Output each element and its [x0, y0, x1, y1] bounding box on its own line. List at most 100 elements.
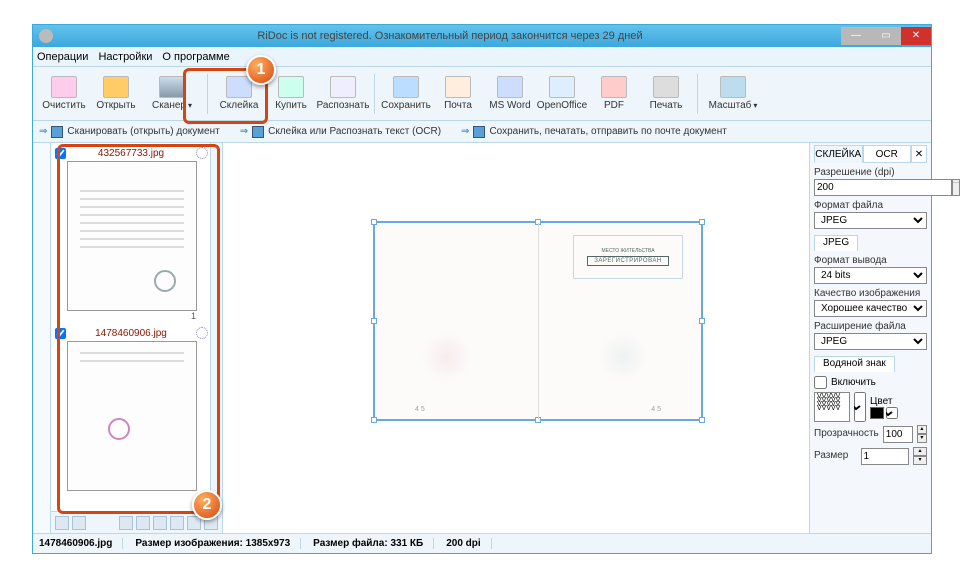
- page-number: 4 5: [651, 406, 661, 413]
- color-swatch[interactable]: [870, 407, 884, 419]
- resolution-more-button[interactable]: ···: [952, 179, 960, 196]
- output-format-field: Формат вывода 24 bits: [814, 255, 927, 284]
- tab-ocr[interactable]: OCR: [863, 145, 912, 163]
- watermark-pattern[interactable]: VVVVV VVVVV VVVVV VVVVV: [814, 392, 850, 422]
- save-button[interactable]: Сохранить: [381, 70, 431, 118]
- thumb-image[interactable]: [67, 341, 197, 491]
- side-icon-strip: [33, 143, 51, 533]
- titlebar: RiDoc is not registered. Ознакомительный…: [33, 25, 931, 47]
- status-file-size: Размер файла: 331 КБ: [313, 538, 434, 549]
- statusbar: 1478460906.jpg Размер изображения: 1385x…: [33, 533, 931, 553]
- quality-select[interactable]: Хорошее качество: [814, 300, 927, 317]
- save-step-icon: [473, 126, 485, 138]
- resize-handle[interactable]: [699, 219, 705, 225]
- tab-glue[interactable]: СКЛЕЙКА: [814, 145, 863, 163]
- size-spinner[interactable]: ▴▾: [913, 447, 927, 465]
- close-button[interactable]: ✕: [901, 27, 931, 45]
- panel-close-button[interactable]: ✕: [911, 145, 927, 163]
- maximize-button[interactable]: ▭: [871, 27, 901, 45]
- thumb-tool-4[interactable]: [136, 516, 150, 530]
- save-icon: [393, 76, 419, 98]
- eraser-icon: [51, 76, 77, 98]
- thumb-tool-5[interactable]: [153, 516, 167, 530]
- zoom-icon: [720, 76, 746, 98]
- thumb-index: 1: [55, 311, 208, 321]
- mail-button[interactable]: Почта: [433, 70, 483, 118]
- settings-panel: СКЛЕЙКА OCR ✕ Разрешение (dpi) ··· Форма…: [809, 143, 931, 533]
- thumb-checkbox[interactable]: [55, 148, 66, 159]
- scanner-icon: [159, 76, 185, 98]
- mail-icon: [445, 76, 471, 98]
- step-save[interactable]: ⇒Сохранить, печатать, отправить по почте…: [461, 126, 727, 138]
- zoom-button[interactable]: Масштаб▾: [704, 70, 762, 118]
- preview-canvas[interactable]: МЕСТО ЖИТЕЛЬСТВА ЗАРЕГИСТРИРОВАН 4 5 4 5: [223, 143, 809, 533]
- resolution-field: Разрешение (dpi) ···: [814, 167, 927, 196]
- status-file: 1478460906.jpg: [39, 538, 123, 549]
- quality-field: Качество изображения Хорошее качество: [814, 288, 927, 317]
- thumb-settings-icon[interactable]: [196, 147, 208, 159]
- openoffice-button[interactable]: OpenOffice: [537, 70, 587, 118]
- thumb-tool-1[interactable]: [55, 516, 69, 530]
- menubar: Операции Настройки О программе: [33, 47, 931, 67]
- thumbnail-item[interactable]: 432567733.jpg 1: [55, 147, 208, 321]
- separator: [207, 74, 208, 114]
- open-button[interactable]: Открыть: [91, 70, 141, 118]
- menu-about[interactable]: О программе: [162, 51, 229, 63]
- thumb-settings-icon[interactable]: [196, 327, 208, 339]
- ocr-button[interactable]: Распознать: [318, 70, 368, 118]
- window-title: RiDoc is not registered. Ознакомительный…: [59, 30, 841, 42]
- print-button[interactable]: Печать: [641, 70, 691, 118]
- chevron-down-icon: ▾: [753, 101, 757, 110]
- minimize-button[interactable]: —: [841, 27, 871, 45]
- thumb-checkbox[interactable]: [55, 328, 66, 339]
- watermark-pattern-select[interactable]: [854, 392, 866, 422]
- thumb-tool-6[interactable]: [170, 516, 184, 530]
- resize-handle[interactable]: [371, 417, 377, 423]
- resize-handle[interactable]: [699, 318, 705, 324]
- resize-handle[interactable]: [699, 417, 705, 423]
- menu-settings[interactable]: Настройки: [98, 51, 152, 63]
- thumb-tool-3[interactable]: [119, 516, 133, 530]
- page-fold: [538, 223, 539, 419]
- page-number: 4 5: [415, 406, 425, 413]
- thumbnails-panel: 432567733.jpg 1 1478460906.jpg: [51, 143, 223, 533]
- opacity-spinner[interactable]: ▴▾: [917, 425, 927, 443]
- step-glue[interactable]: ⇒Склейка или Распознать текст (OCR): [240, 126, 441, 138]
- color-select[interactable]: [886, 407, 898, 419]
- thumbnail-item[interactable]: 1478460906.jpg: [55, 327, 208, 491]
- app-window: RiDoc is not registered. Ознакомительный…: [32, 24, 932, 554]
- step-scan[interactable]: ⇒Сканировать (открыть) документ: [39, 126, 220, 138]
- cart-icon: [278, 76, 304, 98]
- glue-icon: [226, 76, 252, 98]
- thumb-filename: 432567733.jpg: [72, 148, 190, 159]
- resize-handle[interactable]: [371, 219, 377, 225]
- jpeg-tab[interactable]: JPEG: [814, 235, 858, 251]
- file-format-field: Формат файла JPEG: [814, 200, 927, 229]
- callout-2: 2: [192, 490, 222, 520]
- watermark-tab[interactable]: Водяной знак: [814, 356, 895, 372]
- word-button[interactable]: MS Word: [485, 70, 535, 118]
- callout-1: 1: [246, 55, 276, 85]
- pdf-button[interactable]: PDF: [589, 70, 639, 118]
- resize-handle[interactable]: [371, 318, 377, 324]
- scan-button[interactable]: Сканер▾: [143, 70, 201, 118]
- thumb-tool-2[interactable]: [72, 516, 86, 530]
- document-preview[interactable]: МЕСТО ЖИТЕЛЬСТВА ЗАРЕГИСТРИРОВАН 4 5 4 5: [373, 221, 703, 421]
- extension-field: Расширение файла JPEG: [814, 321, 927, 350]
- thumb-scrollbar[interactable]: [210, 143, 222, 511]
- thumb-filename: 1478460906.jpg: [72, 328, 190, 339]
- output-format-select[interactable]: 24 bits: [814, 267, 927, 284]
- watermark-enable-checkbox[interactable]: [814, 376, 827, 389]
- clear-button[interactable]: Очистить: [39, 70, 89, 118]
- extension-select[interactable]: JPEG: [814, 333, 927, 350]
- word-icon: [497, 76, 523, 98]
- resolution-input[interactable]: [814, 179, 952, 196]
- separator: [697, 74, 698, 114]
- quick-steps-bar: ⇒Сканировать (открыть) документ ⇒Склейка…: [33, 121, 931, 143]
- size-input[interactable]: [861, 448, 910, 465]
- menu-operations[interactable]: Операции: [37, 51, 88, 63]
- opacity-input[interactable]: [883, 426, 913, 443]
- thumb-image[interactable]: [67, 161, 197, 311]
- openoffice-icon: [549, 76, 575, 98]
- file-format-select[interactable]: JPEG: [814, 212, 927, 229]
